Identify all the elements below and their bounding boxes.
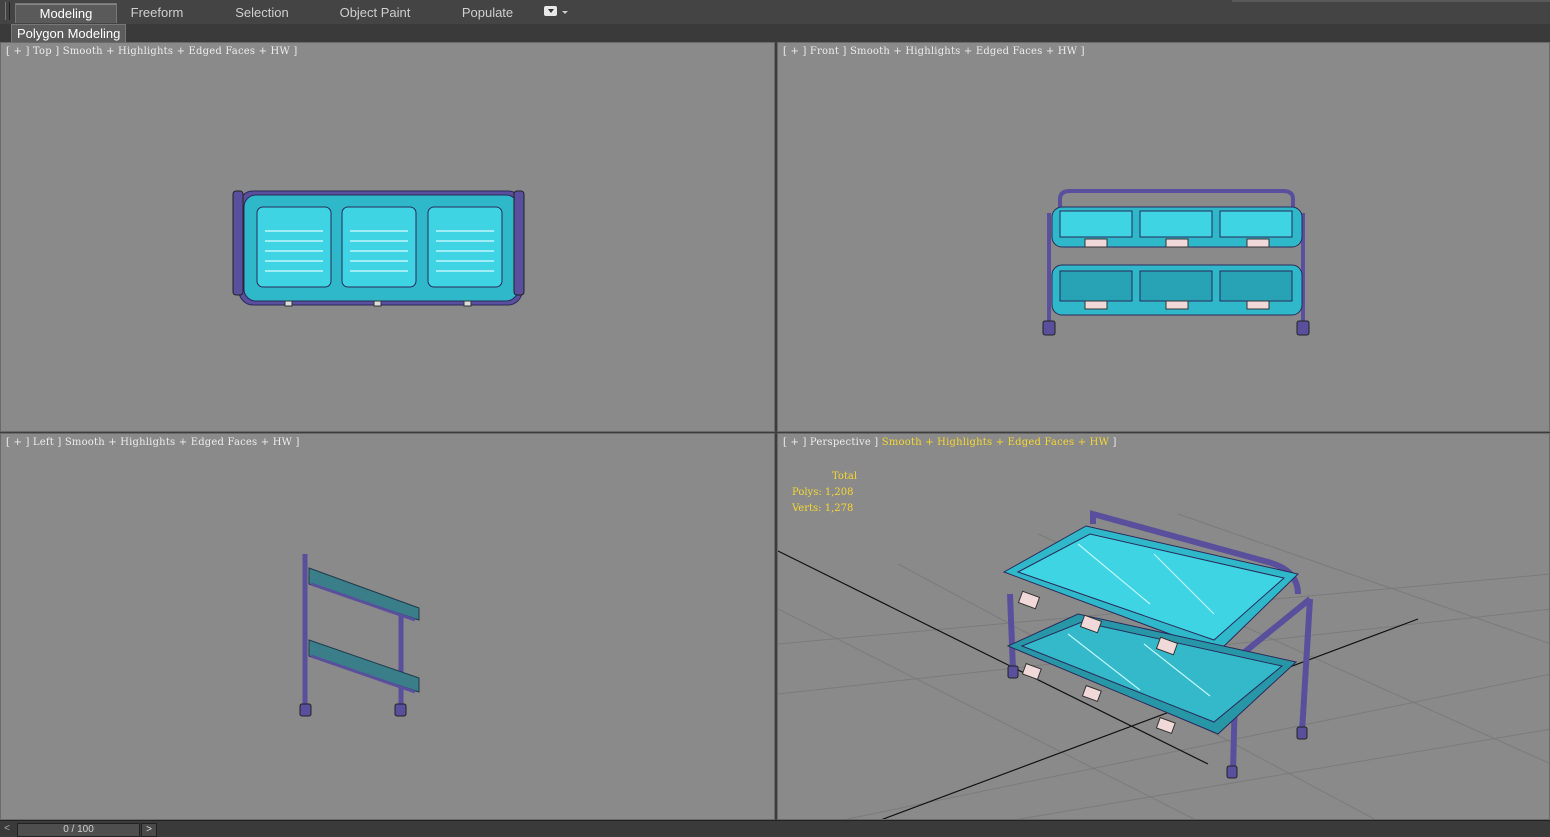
viewport-left[interactable]: [ + ] Left ] Smooth + Highlights + Edged… — [0, 433, 775, 820]
ribbon-panel-bar: Polygon Modeling — [0, 24, 1550, 43]
ribbon: Modeling Freeform Selection Object Paint… — [0, 0, 1550, 25]
left-view-model — [299, 554, 420, 717]
tab-freeform[interactable]: Freeform — [117, 3, 197, 22]
viewport-front[interactable]: [ + ] Front ] Smooth + Highlights + Edge… — [777, 42, 1550, 432]
ribbon-divider — [1232, 0, 1550, 2]
chevron-down-icon[interactable] — [562, 11, 568, 14]
prev-frame-button[interactable]: < — [0, 823, 14, 835]
perspective-model — [778, 510, 1549, 819]
top-view-model — [232, 190, 525, 307]
polygon-modeling-button[interactable]: Polygon Modeling — [11, 24, 127, 43]
viewport-perspective[interactable]: [ + ] Perspective ] Smooth + Highlights … — [777, 433, 1550, 820]
ribbon-grip[interactable] — [5, 2, 10, 20]
tab-modeling[interactable]: Modeling — [15, 3, 117, 23]
toggle-dropdown-icon[interactable] — [544, 6, 557, 16]
viewport-top[interactable]: [ + ] Top ] Smooth + Highlights + Edged … — [0, 42, 775, 432]
tab-populate[interactable]: Populate — [450, 3, 525, 22]
tab-selection[interactable]: Selection — [222, 3, 302, 22]
front-view-model — [1042, 189, 1310, 336]
tab-object-paint[interactable]: Object Paint — [330, 3, 420, 22]
time-slider-bar: < 0 / 100 > — [0, 820, 1550, 837]
